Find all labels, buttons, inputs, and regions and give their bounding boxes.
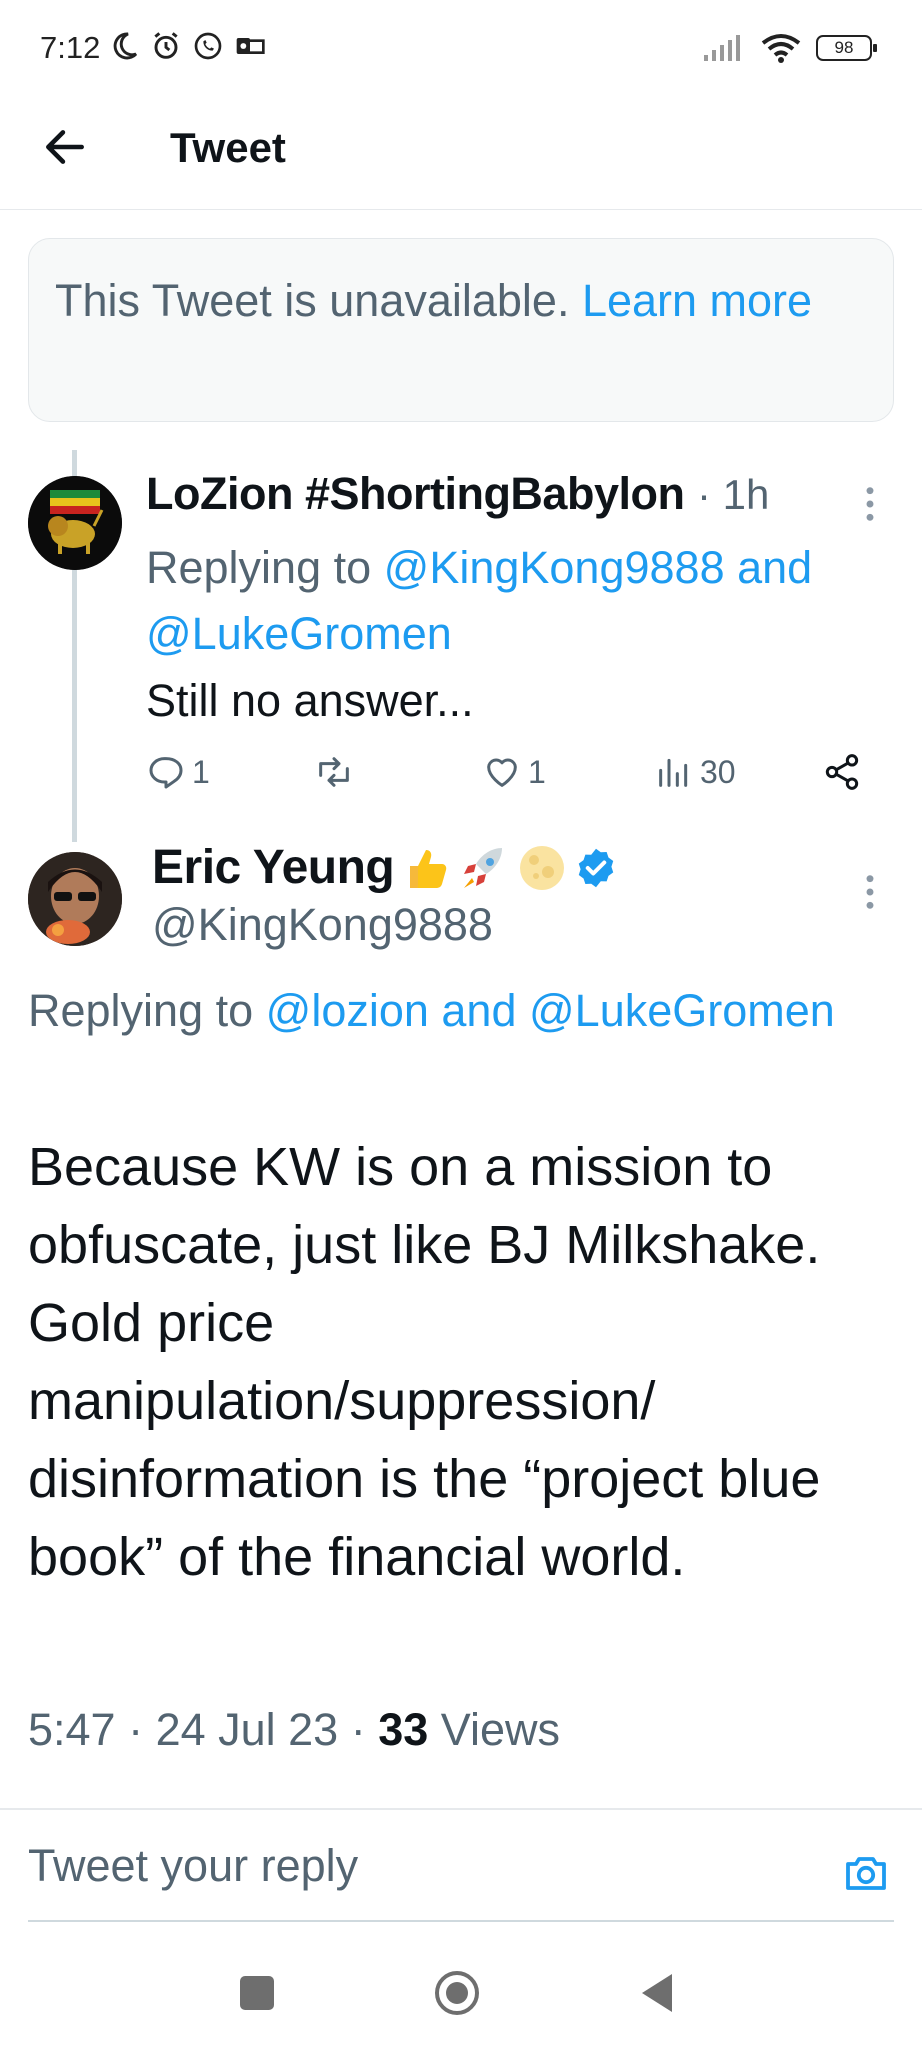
replying-to-prefix: Replying to [28,985,266,1036]
tweet-views-count[interactable]: 33 [378,1704,428,1755]
whatsapp-icon [194,32,222,60]
alarm-icon [154,32,178,59]
unavailable-tweet-notice: This Tweet is unavailable. Learn more [28,238,894,422]
recents-button[interactable] [240,1976,274,2010]
share-icon [825,754,859,790]
reply-text: Still no answer... [146,675,474,726]
reply-input[interactable]: Tweet your reply [28,1840,808,1892]
signal-icon [704,35,740,61]
author-name[interactable]: Eric Yeung [152,840,395,895]
views-count: 30 [700,753,736,790]
page-title: Tweet [170,124,286,171]
moon-icon [113,32,138,60]
more-icon[interactable] [860,872,880,912]
avatar[interactable] [28,852,122,946]
tweet-time: 5:47 · 24 Jul 23 · [28,1704,379,1755]
tweet-timestamp: 5:47 · 24 Jul 23 · 33 Views [28,1704,560,1756]
nav-back-button[interactable] [640,1972,676,2014]
views-button[interactable]: 30 [654,752,736,792]
reply-icon [149,757,183,789]
main-tweet-text: Because KW is on a mission to obfuscate,… [28,1137,821,1587]
thumbs-up-emoji-icon [410,849,447,888]
reply-count: 1 [192,753,210,790]
like-button[interactable]: 1 [482,752,546,792]
tweet-views-label: Views [428,1704,560,1755]
system-nav-bar [0,1940,922,2048]
wifi-icon [761,34,801,63]
like-count: 1 [528,753,546,790]
notification-icons [108,30,266,62]
main-replying-to: Replying to @lozion and @LukeGromen [28,978,888,1044]
camera-icon[interactable] [842,1848,890,1896]
more-icon[interactable] [860,484,880,524]
status-bar: 7:12 98 [0,0,922,100]
retweet-button[interactable] [314,752,354,792]
reply-author-name[interactable]: LoZion #ShortingBabylon [146,468,685,519]
reply-input-underline [28,1920,894,1922]
main-tweet-author: Eric Yeung @KingKong9888 [152,840,618,951]
rocket-emoji-icon [464,847,503,888]
replying-to-prefix: Replying to [146,542,384,593]
verified-icon [578,848,614,887]
lion-avatar-image [28,476,122,570]
author-name-row: Eric Yeung [152,840,618,895]
status-time: 7:12 [40,30,101,65]
views-icon [659,758,688,787]
outlook-icon [236,38,265,54]
replying-to-mentions[interactable]: @lozion and @LukeGromen [266,985,835,1036]
top-app-bar: Tweet [0,100,922,210]
full-moon-emoji-icon [520,845,565,890]
reply-timestamp: · 1h [696,471,770,518]
reply-header: LoZion #ShortingBabylon · 1h [146,468,769,520]
retweet-icon [319,757,349,787]
like-icon [487,758,517,787]
reply-button[interactable]: 1 [146,752,210,792]
back-arrow-icon[interactable] [40,122,90,172]
reply-replying-to: Replying to @KingKong9888 and @LukeGrome… [146,535,906,667]
unavailable-text: This Tweet is unavailable. [55,275,582,326]
home-button[interactable] [434,1970,480,2016]
battery-indicator: 98 [816,35,877,61]
share-button[interactable] [822,752,862,792]
divider [0,1808,922,1810]
learn-more-link[interactable]: Learn more [582,275,812,326]
reply-action-bar: 1 1 30 [146,752,886,808]
avatar[interactable] [28,476,122,570]
author-handle[interactable]: @KingKong9888 [152,899,618,951]
status-right: 98 [702,32,877,64]
profile-photo-image [28,852,122,946]
